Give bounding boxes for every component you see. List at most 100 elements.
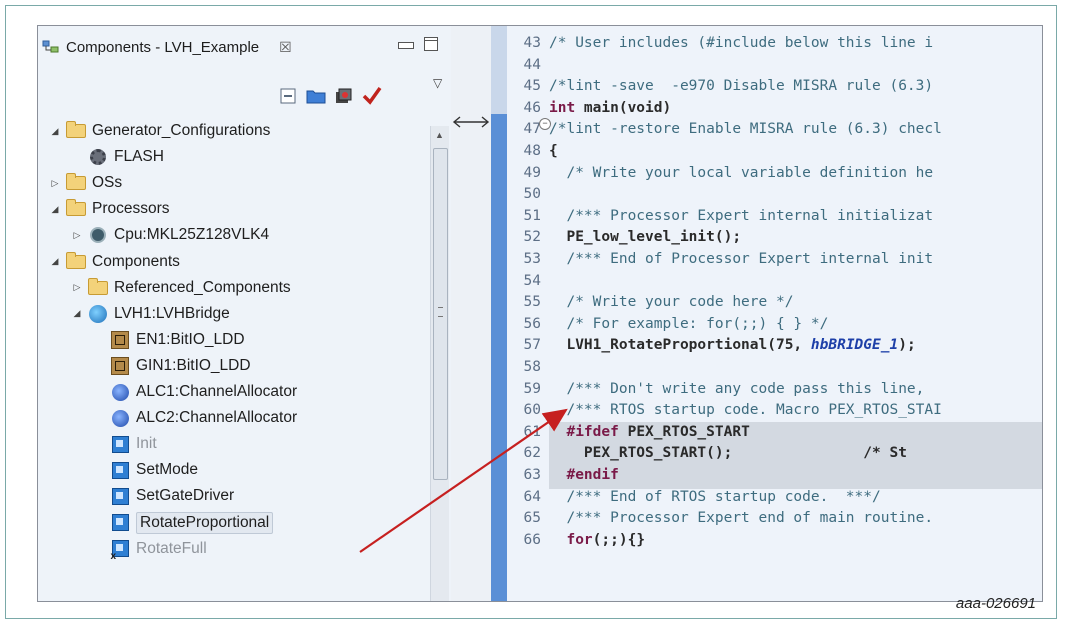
channel-icon xyxy=(110,409,130,427)
maximize-button[interactable] xyxy=(424,37,438,51)
verify-checkmark-icon[interactable] xyxy=(362,86,382,106)
tree-item[interactable]: SetMode xyxy=(92,457,198,483)
method-icon xyxy=(110,461,130,479)
line-number: 59 xyxy=(523,380,541,397)
line-number: 51 xyxy=(523,207,541,224)
collapsed-arrow-icon[interactable]: ▷ xyxy=(70,282,84,293)
tree-item[interactable]: FLASH xyxy=(70,144,164,170)
line-number: 60 xyxy=(523,402,541,419)
line-number: 44 xyxy=(523,56,541,73)
line-number: 49 xyxy=(523,164,541,181)
bitio-icon xyxy=(110,356,130,375)
tree-item[interactable]: ALC2:ChannelAllocator xyxy=(92,405,297,431)
scroll-thumb[interactable] xyxy=(433,148,448,480)
components-tab[interactable]: Components - LVH_Example ☒ xyxy=(42,34,292,60)
panel-splitter[interactable] xyxy=(451,26,491,601)
minimize-button[interactable] xyxy=(398,42,414,49)
code-line: LVH1_RotateProportional(75, hbBRIDGE_1); xyxy=(549,337,916,354)
line-number: 43 xyxy=(523,35,541,51)
method-disabled-icon xyxy=(110,540,130,562)
tree-item[interactable]: RotateProportional xyxy=(92,510,274,536)
method-icon xyxy=(110,514,130,532)
code-line: /*** Processor Expert internal initializ… xyxy=(549,207,934,224)
code-editor[interactable]: 43 44 45 46 47 48 49 50 51 52 53 54 55 56 57 58 59 60 61 62… xyxy=(491,26,1042,601)
tree-item[interactable]: ALC1:ChannelAllocator xyxy=(92,379,297,405)
tree-item[interactable]: ▷ OSs xyxy=(48,170,122,196)
code-line: PE_low_level_init(); xyxy=(549,229,742,246)
code-line: /* Write your local variable definition … xyxy=(549,164,934,181)
folder-icon xyxy=(66,251,86,271)
line-number: 62 xyxy=(523,445,541,462)
line-number: 47 xyxy=(523,121,541,138)
expanded-arrow-icon[interactable]: ◢ xyxy=(48,126,62,137)
code-line: int main(void) xyxy=(549,99,672,116)
tree-item-label: FLASH xyxy=(114,148,164,166)
folder-view-icon[interactable] xyxy=(306,86,326,106)
collapsed-arrow-icon[interactable]: ▷ xyxy=(48,178,62,189)
tree-item[interactable]: EN1:BitIO_LDD xyxy=(92,327,245,353)
tree-item[interactable]: SetGateDriver xyxy=(92,483,234,509)
line-number: 61 xyxy=(523,423,541,440)
line-number: 64 xyxy=(523,488,541,505)
tree-item-label: Referenced_Components xyxy=(114,278,291,296)
collapse-all-icon[interactable] xyxy=(278,86,298,106)
tree-item[interactable]: ▷ Cpu:MKL25Z128VLK4 xyxy=(70,222,269,248)
change-ruler xyxy=(491,26,507,601)
folder-icon xyxy=(66,199,86,218)
folder-icon xyxy=(66,121,86,140)
tree-item-label: Generator_Configurations xyxy=(92,122,271,139)
cpu-icon xyxy=(88,226,108,244)
collapsed-arrow-icon[interactable]: ▷ xyxy=(70,230,84,241)
code-line: /*** Processor Expert end of main routin… xyxy=(549,510,934,527)
method-icon xyxy=(110,487,130,505)
tree-item[interactable]: GIN1:BitIO_LDD xyxy=(92,353,251,379)
code-line: /* For example: for(;;) { } */ xyxy=(549,315,829,332)
expanded-arrow-icon[interactable]: ◢ xyxy=(48,204,62,215)
folder-icon xyxy=(88,277,108,297)
line-number: 52 xyxy=(523,229,541,246)
line-number: 50 xyxy=(523,186,541,203)
close-tab-icon[interactable]: ☒ xyxy=(279,39,292,56)
component-icon xyxy=(88,304,108,323)
ide-screenshot: Components - LVH_Example ☒ ▽ ◢ Generator… xyxy=(37,25,1043,602)
bitio-icon xyxy=(110,330,130,349)
method-icon xyxy=(110,435,130,453)
line-number: 65 xyxy=(523,510,541,527)
code-line: /*lint -save -e970 Disable MISRA rule (6… xyxy=(549,78,934,95)
tree-item-label: Init xyxy=(136,435,157,453)
tree-item-label: Components xyxy=(92,252,180,270)
view-menu-icon[interactable]: ▽ xyxy=(433,76,442,90)
tree-item[interactable]: ◢ Components xyxy=(48,249,180,275)
tree-item-label: GIN1:BitIO_LDD xyxy=(136,356,251,374)
components-tab-label: Components - LVH_Example xyxy=(66,38,260,56)
components-panel: Components - LVH_Example ☒ ▽ ◢ Generator… xyxy=(38,26,451,601)
tree-scrollbar[interactable]: ▲ xyxy=(430,126,449,601)
expanded-arrow-icon[interactable]: ◢ xyxy=(48,256,62,267)
expanded-arrow-icon[interactable]: ◢ xyxy=(70,308,84,319)
tree-item[interactable]: ◢ Processors xyxy=(48,196,170,222)
line-number: 48 xyxy=(523,143,541,159)
tree-item[interactable]: Init xyxy=(92,431,157,457)
line-number: 54 xyxy=(523,272,541,289)
tree-item[interactable]: ◢ LVH1:LVHBridge xyxy=(70,301,230,327)
code-line: /*lint -restore Enable MISRA rule (6.3) … xyxy=(549,121,942,138)
generate-code-icon[interactable] xyxy=(334,86,354,106)
code-line: /* Write your code here */ xyxy=(549,294,794,311)
resize-arrow-icon[interactable] xyxy=(451,114,491,130)
line-number: 53 xyxy=(523,251,541,267)
tree-item-label: OSs xyxy=(92,174,123,192)
tree-item[interactable]: RotateFull xyxy=(92,536,207,563)
tree-item-label: SetMode xyxy=(136,461,199,479)
gear-icon xyxy=(88,148,108,166)
code-line: PEX_RTOS_START(); /* St xyxy=(549,445,907,462)
line-number: 46 xyxy=(523,99,541,116)
tree-item[interactable]: ◢ Generator_Configurations xyxy=(48,118,270,144)
tree-item-label: RotateProportional xyxy=(136,511,274,534)
tree-item-label: Processors xyxy=(92,200,170,218)
code-line: { xyxy=(549,143,558,159)
scroll-up-icon[interactable]: ▲ xyxy=(435,130,444,140)
line-number: 56 xyxy=(523,315,541,332)
figure-id: aaa-026691 xyxy=(955,595,1036,612)
tree-item[interactable]: ▷ Referenced_Components xyxy=(70,275,291,301)
tree-item-label: ALC2:ChannelAllocator xyxy=(136,409,298,427)
